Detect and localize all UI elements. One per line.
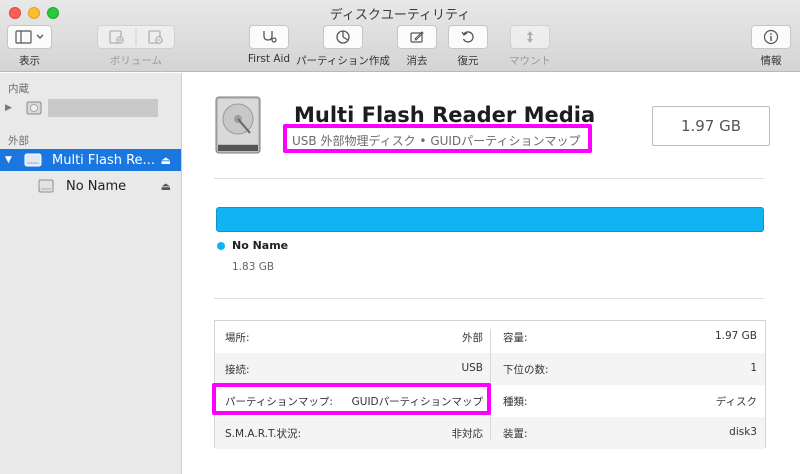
pie-partition-icon — [336, 30, 350, 44]
window-title: ディスクユーティリティ — [329, 8, 471, 23]
first-aid-label: First Aid — [247, 53, 291, 65]
restore-button[interactable] — [448, 25, 488, 49]
disk-utility-window: ディスクユーティリティ 表示 ボリューム First Aid パーティション作成… — [0, 0, 800, 474]
sidebar: 内蔵 ▶ 外部 ▼ Multi Flash Re... ⏏ No Name ⏏ — [0, 73, 182, 474]
sidebar-item-label: No Name — [66, 178, 127, 194]
disclosure-triangle-icon[interactable]: ▼ — [5, 155, 12, 165]
erase-button[interactable] — [397, 25, 437, 49]
eject-icon[interactable]: ⏏ — [161, 154, 171, 167]
location-label: 場所: — [225, 332, 250, 344]
type-label: 種類: — [503, 396, 528, 408]
mount-icon — [527, 31, 533, 43]
capacity-value: 1.97 GB — [714, 330, 757, 342]
volume-label: ボリューム — [109, 55, 163, 67]
mount-button[interactable] — [510, 25, 550, 49]
mount-label: マウント — [509, 55, 551, 67]
redacted-disk-name — [48, 99, 158, 117]
connection-label: 接続: — [225, 364, 250, 376]
device-label: 装置: — [503, 428, 528, 440]
partition-usage-bar[interactable] — [216, 207, 764, 232]
type-value: ディスク — [715, 396, 757, 408]
highlight-box-partition-map — [212, 383, 491, 415]
info-icon — [763, 29, 779, 45]
children-value: 1 — [750, 362, 757, 374]
info-label: 情報 — [760, 55, 782, 67]
sidebar-view-icon — [14, 30, 43, 44]
restore-icon — [461, 31, 474, 43]
location-value: 外部 — [462, 332, 483, 344]
partition-name: No Name — [232, 239, 289, 252]
main-panel: Multi Flash Reader Media USB 外部物理ディスク • … — [182, 73, 800, 474]
sidebar-section-internal: 内蔵 — [8, 83, 29, 95]
internal-disk-icon — [26, 101, 42, 115]
device-value: disk3 — [729, 426, 757, 438]
partition-label: パーティション作成 — [296, 55, 390, 67]
drive-size-box: 1.97 GB — [652, 106, 770, 146]
restore-label: 復元 — [457, 55, 479, 67]
info-button[interactable] — [751, 25, 791, 49]
sidebar-item-internal-disk[interactable]: ▶ — [0, 97, 181, 119]
disclosure-triangle-icon[interactable]: ▶ — [5, 103, 12, 113]
eject-icon[interactable]: ⏏ — [161, 180, 171, 193]
toolbar: ディスクユーティリティ 表示 ボリューム First Aid パーティション作成… — [0, 0, 800, 72]
divider — [214, 298, 764, 299]
divider — [214, 178, 764, 179]
volume-segmented-button[interactable] — [97, 25, 175, 49]
volume-icon — [38, 179, 54, 193]
children-label: 下位の数: — [503, 364, 549, 376]
stethoscope-icon — [263, 31, 277, 43]
erase-label: 消去 — [406, 55, 428, 67]
sidebar-item-no-name[interactable]: No Name ⏏ — [0, 175, 181, 197]
smart-status-label: S.M.A.R.T.状況: — [225, 428, 302, 440]
partition-button[interactable] — [323, 25, 363, 49]
first-aid-button[interactable] — [249, 25, 289, 49]
erase-icon — [410, 31, 424, 43]
sidebar-item-multi-flash[interactable]: ▼ Multi Flash Re... ⏏ — [0, 149, 181, 171]
highlight-box-subtitle — [283, 124, 592, 153]
volume-add-remove-icon — [109, 28, 163, 46]
sidebar-item-label: Multi Flash Re... — [52, 152, 155, 168]
hard-drive-icon — [215, 96, 261, 154]
partition-size: 1.83 GB — [232, 261, 275, 273]
connection-value: USB — [461, 362, 483, 374]
view-button[interactable] — [7, 25, 52, 49]
view-label: 表示 — [19, 55, 40, 67]
smart-status-value: 非対応 — [451, 428, 484, 440]
capacity-label: 容量: — [503, 332, 528, 344]
external-disk-icon — [24, 153, 42, 167]
sidebar-section-external: 外部 — [8, 135, 29, 147]
partition-color-dot — [217, 242, 225, 250]
